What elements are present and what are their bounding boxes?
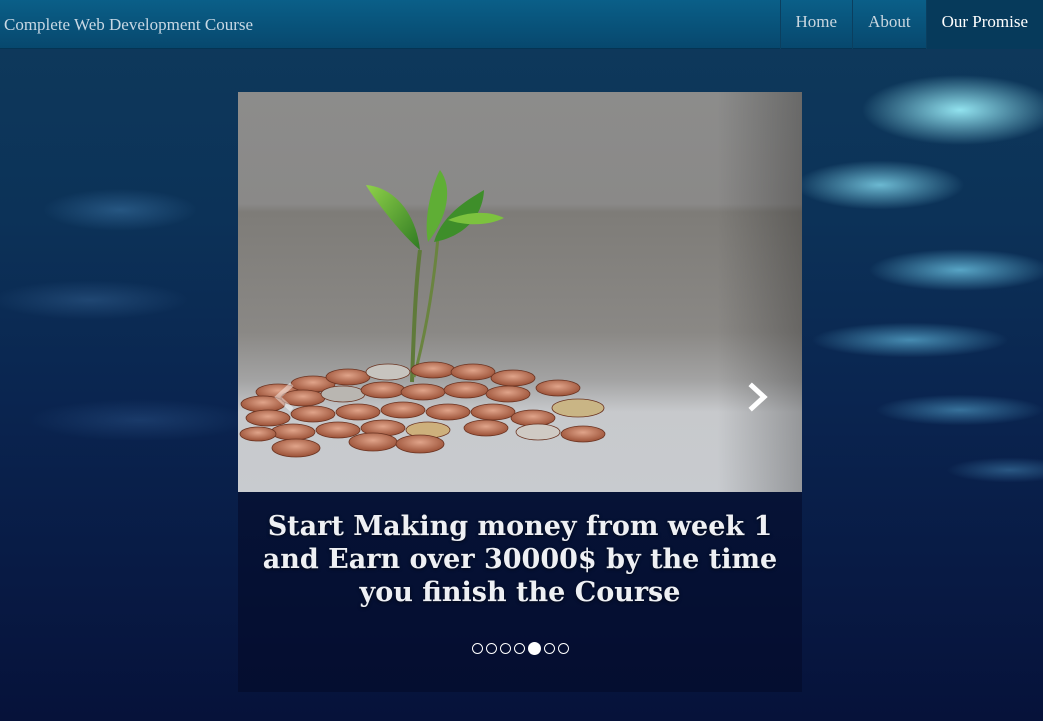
carousel-indicator-2[interactable]: [485, 643, 497, 654]
carousel-caption: Start Making money from week 1 and Earn …: [262, 511, 778, 608]
carousel-indicator-4[interactable]: [513, 643, 525, 654]
carousel-indicator-5[interactable]: [527, 642, 541, 655]
nav-links: Home About Our Promise: [779, 0, 1043, 49]
carousel-indicator-7[interactable]: [557, 643, 569, 654]
carousel-indicator-6[interactable]: [543, 643, 555, 654]
nav-link-about[interactable]: About: [852, 0, 926, 49]
chevron-left-icon: [274, 382, 294, 412]
chevron-right-icon: [748, 382, 768, 412]
carousel: Start Making money from week 1 and Earn …: [238, 92, 802, 692]
carousel-prev-control[interactable]: [266, 382, 306, 412]
carousel-indicator-3[interactable]: [499, 643, 511, 654]
brand-link[interactable]: Complete Web Development Course: [0, 0, 253, 49]
nav-link-home[interactable]: Home: [779, 0, 853, 49]
carousel-next-control[interactable]: [738, 382, 778, 412]
nav-link-our-promise[interactable]: Our Promise: [925, 0, 1043, 49]
navbar: Complete Web Development Course Home Abo…: [0, 0, 1043, 49]
carousel-indicators: [238, 642, 802, 655]
slide-image-seedling-coins: [238, 92, 802, 492]
carousel-indicator-1[interactable]: [471, 643, 483, 654]
